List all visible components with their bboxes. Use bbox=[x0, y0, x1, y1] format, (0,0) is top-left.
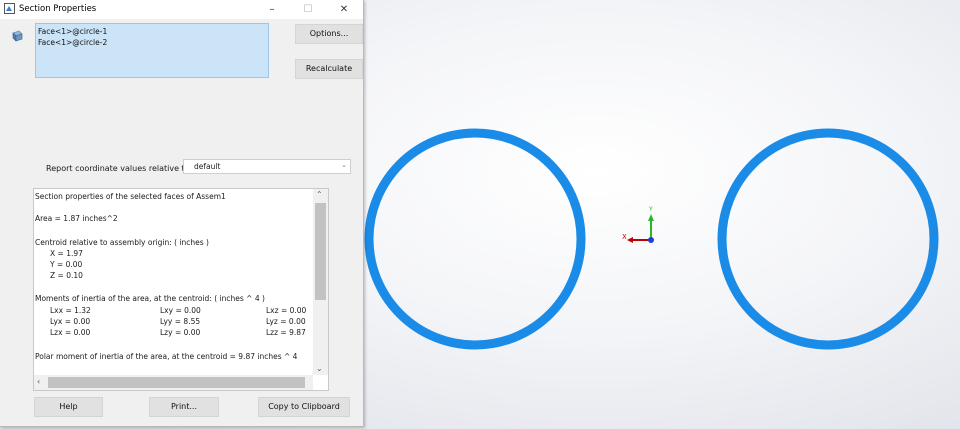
moment-value: Lxz = 0.00 bbox=[266, 306, 307, 315]
results-vertical-scrollbar[interactable]: ⌃ ⌄ bbox=[313, 189, 328, 375]
results-header: Section properties of the selected faces… bbox=[35, 192, 226, 201]
recalculate-button[interactable]: Recalculate bbox=[295, 59, 363, 79]
chevron-down-icon[interactable]: ⌄ bbox=[341, 161, 347, 169]
chevron-up-icon[interactable]: ⌃ bbox=[316, 190, 323, 199]
coordinate-triad: X Y bbox=[622, 206, 654, 243]
moment-value: Lxy = 0.00 bbox=[160, 306, 201, 315]
print-button[interactable]: Print... bbox=[149, 397, 219, 417]
coordinate-system-dropdown[interactable]: default ⌄ bbox=[183, 159, 351, 174]
title-bar[interactable]: Section Properties – ☐ ✕ bbox=[0, 0, 363, 19]
chevron-left-icon[interactable]: ‹ bbox=[37, 377, 40, 386]
circle-ring-1[interactable] bbox=[364, 128, 586, 350]
section-properties-icon bbox=[4, 3, 15, 14]
moments-title: Moments of inertia of the area, at the c… bbox=[35, 294, 265, 303]
centroid-title: Centroid relative to assembly origin: ( … bbox=[35, 238, 209, 247]
area-value: Area = 1.87 inches^2 bbox=[35, 214, 118, 223]
section-properties-dialog: Section Properties – ☐ ✕ Face<1>@circle-… bbox=[0, 0, 364, 427]
moment-value: Lyz = 0.00 bbox=[266, 317, 306, 326]
selected-faces-list[interactable]: Face<1>@circle-1 Face<1>@circle-2 bbox=[35, 23, 269, 78]
graphics-scene[interactable]: X Y bbox=[363, 0, 960, 429]
triad-z-axis bbox=[648, 237, 654, 243]
dialog-title: Section Properties bbox=[19, 4, 97, 14]
results-text-area[interactable]: Section properties of the selected faces… bbox=[33, 188, 329, 391]
moment-value: Lxx = 1.32 bbox=[50, 306, 91, 315]
chevron-down-icon[interactable]: ⌄ bbox=[316, 364, 323, 373]
vertical-scroll-thumb[interactable] bbox=[315, 203, 326, 300]
centroid-x: X = 1.97 bbox=[50, 249, 83, 258]
maximize-button[interactable]: ☐ bbox=[289, 0, 327, 19]
selected-face-item[interactable]: Face<1>@circle-2 bbox=[38, 38, 107, 47]
triad-y-arrow bbox=[648, 214, 654, 221]
copy-to-clipboard-button[interactable]: Copy to Clipboard bbox=[258, 397, 350, 417]
triad-x-label: X bbox=[622, 233, 627, 241]
selection-faces-icon bbox=[12, 30, 23, 42]
options-button[interactable]: Options... bbox=[295, 24, 363, 44]
moment-value: Lyx = 0.00 bbox=[50, 317, 91, 326]
triad-y-label: Y bbox=[648, 206, 653, 213]
circle-ring-2[interactable] bbox=[717, 128, 939, 350]
centroid-z: Z = 0.10 bbox=[50, 271, 83, 280]
triad-x-arrow bbox=[627, 237, 633, 243]
coordinate-system-value: default bbox=[194, 162, 221, 171]
minimize-button[interactable]: – bbox=[253, 0, 291, 19]
results-horizontal-scrollbar[interactable]: ‹ bbox=[34, 375, 313, 390]
moment-value: Lzz = 9.87 bbox=[266, 328, 306, 337]
coordinate-system-label: Report coordinate values relative to: bbox=[46, 164, 193, 173]
moment-value: Lzx = 0.00 bbox=[50, 328, 91, 337]
help-button[interactable]: Help bbox=[34, 397, 103, 417]
centroid-y: Y = 0.00 bbox=[50, 260, 83, 269]
horizontal-scroll-thumb[interactable] bbox=[48, 377, 305, 388]
moment-value: Lyy = 8.55 bbox=[160, 317, 201, 326]
polar-moment: Polar moment of inertia of the area, at … bbox=[35, 352, 298, 361]
close-button[interactable]: ✕ bbox=[325, 0, 363, 19]
selected-face-item[interactable]: Face<1>@circle-1 bbox=[38, 27, 107, 36]
moment-value: Lzy = 0.00 bbox=[160, 328, 201, 337]
